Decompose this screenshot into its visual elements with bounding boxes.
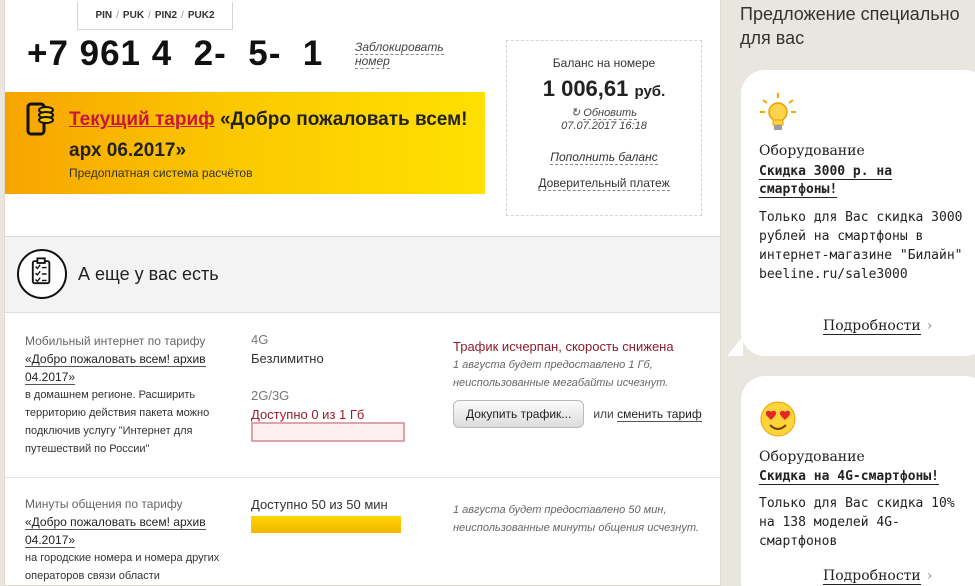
- minutes-renewal-note: 1 августа будет предоставлено 50 мин, не…: [453, 504, 699, 534]
- tab-puk2[interactable]: PUK2: [188, 10, 215, 21]
- change-tariff-link[interactable]: сменить тариф: [617, 407, 702, 422]
- tab-puk[interactable]: PUK: [123, 10, 144, 21]
- tab-pin2[interactable]: PIN2: [155, 10, 177, 21]
- pin-puk-tabs: PIN / PUK / PIN2 / PUK2: [77, 2, 233, 30]
- tariff-title: Текущий тариф «Добро пожаловать всем! ар…: [69, 104, 469, 166]
- minutes-available: Доступно 50 из 50 мин: [251, 497, 388, 512]
- offer-text: Только для Вас скидка 10% на 138 моделей…: [759, 496, 955, 549]
- payment-system-label: Предоплатная система расчётов: [69, 166, 253, 180]
- offer-category: Оборудование: [759, 449, 865, 465]
- balance-timestamp: 07.07.2017 16:18: [561, 120, 647, 132]
- heart-eyes-emoji-icon: [760, 401, 796, 437]
- tab-pin[interactable]: PIN: [95, 10, 112, 21]
- current-tariff-banner: Текущий тариф «Добро пожаловать всем! ар…: [5, 92, 485, 194]
- service-4g: 4G Безлимитно 2G/3G Доступно 0 из 1 Гб: [251, 332, 405, 442]
- also-have-section-header: А еще у вас есть: [5, 237, 720, 313]
- service-description: Мобильный интернет по тарифу «Добро пожа…: [25, 334, 210, 455]
- service-tariff-link[interactable]: «Добро пожаловать всем! архив 04.2017»: [25, 515, 206, 548]
- service-tariff-link[interactable]: «Добро пожаловать всем! архив 04.2017»: [25, 352, 206, 385]
- current-tariff-link[interactable]: Текущий тариф: [69, 109, 215, 130]
- offer-text: Только для Вас скидка 3000 рублей на сма…: [759, 210, 963, 282]
- offer-link[interactable]: Скидка 3000 р. на смартфоны!: [759, 163, 959, 199]
- internet-renewal-note: 1 августа будет предоставлено 1 Гб, неис…: [453, 359, 669, 389]
- also-have-title: А еще у вас есть: [78, 264, 219, 284]
- service-minutes: Доступно 50 из 50 мин: [251, 497, 401, 533]
- offer-details-link[interactable]: Подробности ›: [823, 318, 933, 335]
- trust-payment-link[interactable]: Доверительный платеж: [507, 176, 701, 191]
- offer-card: Оборудование Скидка 3000 р. на смартфоны…: [727, 70, 975, 356]
- minutes-usage-meter: [251, 516, 401, 533]
- main-panel: PIN / PUK / PIN2 / PUK2 +7 961 4 2- 5- 1…: [4, 0, 721, 586]
- balance-box: Баланс на номере 1 006,61 руб. ↻ Обновит…: [506, 40, 702, 216]
- internet-usage-meter: [251, 422, 405, 442]
- balance-label: Баланс на номере: [552, 56, 656, 70]
- offer-category: Оборудование: [759, 143, 865, 159]
- chevron-right-icon: ›: [926, 318, 933, 334]
- balance-amount: 1 006,61 руб.: [542, 76, 666, 101]
- traffic-warning: Трафик исчерпан, скорость снижена: [453, 339, 674, 354]
- chevron-right-icon: ›: [926, 568, 933, 584]
- buy-traffic-button[interactable]: Докупить трафик...: [453, 400, 585, 428]
- lightbulb-icon: [760, 93, 796, 130]
- service-row-internet: Мобильный интернет по тарифу «Добро пожа…: [5, 314, 720, 478]
- refresh-icon: ↻: [570, 107, 581, 119]
- internet-status: Трафик исчерпан, скорость снижена 1 авгу…: [453, 338, 713, 428]
- checklist-icon: [17, 249, 67, 299]
- refresh-balance-link[interactable]: ↻ Обновить: [507, 106, 701, 120]
- offer-card: Оборудование Скидка на 4G-смартфоны! Тол…: [741, 376, 975, 586]
- topup-balance-link[interactable]: Пополнить баланс: [507, 150, 701, 165]
- phone-number: +7 961 4 2- 5- 1: [27, 34, 324, 73]
- offer-link[interactable]: Скидка на 4G-смартфоны!: [759, 468, 959, 486]
- phone-coins-icon: [26, 102, 54, 136]
- service-description: Минуты общения по тарифу «Добро пожалова…: [25, 497, 220, 582]
- offer-details-link[interactable]: Подробности ›: [823, 568, 933, 585]
- internet-available: Доступно 0 из 1 Гб: [251, 407, 365, 422]
- offers-title: Предложение специально для вас: [740, 4, 960, 48]
- block-number-link[interactable]: Заблокировать номер: [355, 40, 465, 69]
- service-row-minutes: Минуты общения по тарифу «Добро пожалова…: [5, 479, 720, 585]
